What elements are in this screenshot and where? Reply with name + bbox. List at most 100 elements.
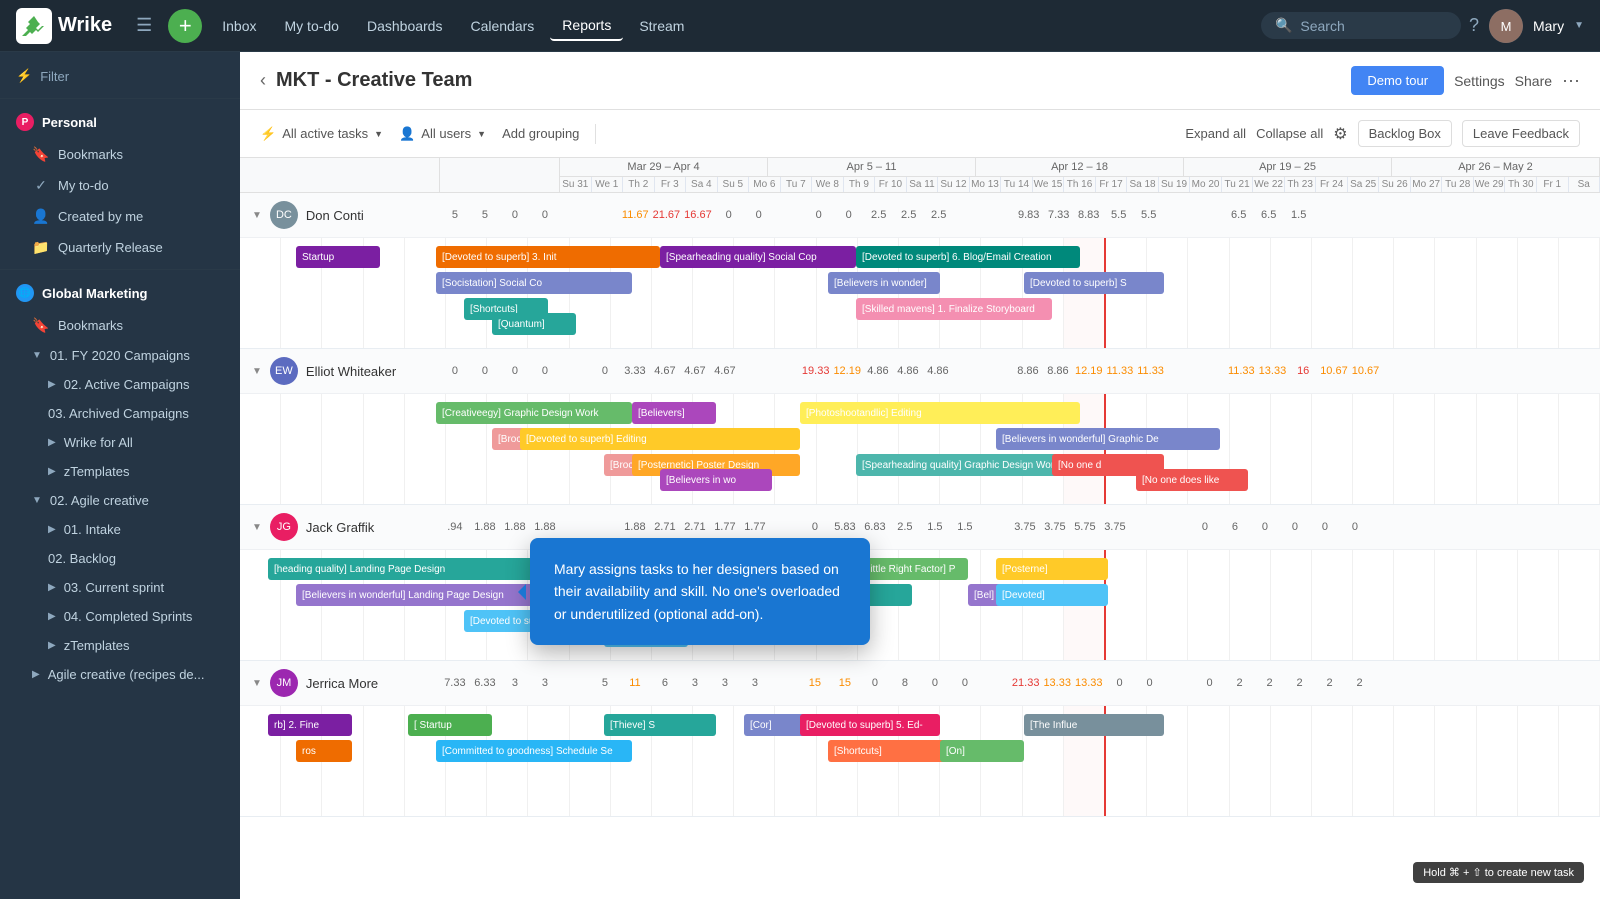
num-2-3: 1.88 (532, 521, 558, 533)
sidebar-completed-sprints[interactable]: ▶ 04. Completed Sprints (0, 602, 240, 631)
bar-2-11[interactable]: [Devoted] (996, 584, 1108, 606)
user-name[interactable]: Mary (1533, 18, 1564, 34)
demo-tour-button[interactable]: Demo tour (1351, 66, 1444, 95)
row-header-2[interactable]: ▼JGJack Graffik.941.881.881.881.882.712.… (240, 505, 1600, 550)
bar-1-11[interactable]: [No one does like (1136, 469, 1248, 491)
sidebar-created-by-me[interactable]: 👤 Created by me (0, 201, 240, 232)
sidebar-ztemplates-2[interactable]: ▶ zTemplates (0, 631, 240, 660)
search-box[interactable]: 🔍 Search (1261, 12, 1461, 39)
avatar-1: EW (270, 357, 298, 385)
back-button[interactable]: ‹ (260, 70, 266, 91)
bar-1-7[interactable]: [Photoshootandlic] Editing (800, 402, 1080, 424)
num-1-27: 13.33 (1259, 365, 1287, 377)
help-button[interactable]: ? (1469, 15, 1479, 36)
bar-0-7[interactable]: [Skilled mavens] 1. Finalize Storyboard (856, 298, 1052, 320)
settings-icon-toolbar[interactable]: ⚙ (1333, 124, 1347, 144)
bar-1-6[interactable]: [Believers in wo (660, 469, 772, 491)
bar-0-0[interactable]: Startup (296, 246, 380, 268)
sidebar-intake[interactable]: ▶ 01. Intake (0, 515, 240, 544)
bar-3-0[interactable]: rb] 2. Fine (268, 714, 352, 736)
bar-3-9[interactable]: [The Influe (1024, 714, 1164, 736)
leave-feedback-button[interactable]: Leave Feedback (1462, 120, 1580, 147)
filter-users-button[interactable]: 👤 All users ▼ (399, 126, 486, 142)
nav-stream[interactable]: Stream (627, 12, 696, 40)
sidebar-agile-creative[interactable]: ▼ 02. Agile creative (0, 486, 240, 515)
gantt-row-0: ▼DCDon Conti550011.6721.6716.6700002.52.… (240, 193, 1600, 349)
gantt-row-3: ▼JMJerrica More7.336.3333511633315150800… (240, 661, 1600, 817)
bar-0-6[interactable]: [Believers in wonder] (828, 272, 940, 294)
bar-3-1[interactable]: ros (296, 740, 352, 762)
top-navigation: Wrike ☰ + Inbox My to-do Dashboards Cale… (0, 0, 1600, 52)
row-header-3[interactable]: ▼JMJerrica More7.336.3333511633315150800… (240, 661, 1600, 706)
sidebar-active-campaigns[interactable]: ▶ 02. Active Campaigns (0, 370, 240, 399)
week-group-2: Apr 5 – 11 (768, 158, 976, 176)
bar-1-2[interactable]: [Devoted to superb] Editing (520, 428, 800, 450)
bar-0-5[interactable]: [Spearheading quality] Social Cop (660, 246, 856, 268)
sidebar-bookmarks-personal[interactable]: 🔖 Bookmarks (0, 139, 240, 170)
sidebar-ztemplates-1[interactable]: ▶ zTemplates (0, 457, 240, 486)
add-grouping-button[interactable]: Add grouping (502, 126, 579, 141)
expand-all-button[interactable]: Expand all (1185, 126, 1246, 141)
settings-button[interactable]: Settings (1454, 73, 1505, 89)
num-3-21: 13.33 (1075, 677, 1103, 689)
sidebar-global-marketing-header[interactable]: 🌐 Global Marketing (0, 276, 240, 310)
bar-3-2[interactable]: [ Startup (408, 714, 492, 736)
bar-0-4[interactable]: [Quantum] (492, 313, 576, 335)
num-1-15: 4.86 (895, 365, 921, 377)
collapse-all-button[interactable]: Collapse all (1256, 126, 1323, 141)
hamburger-menu[interactable]: ☰ (136, 15, 152, 36)
bar-3-3[interactable]: [Committed to goodness] Schedule Se (436, 740, 632, 762)
row-header-1[interactable]: ▼EWElliot Whiteaker000003.334.674.674.67… (240, 349, 1600, 394)
sidebar-my-to-do[interactable]: ✓ My to-do (0, 170, 240, 201)
sidebar-current-sprint[interactable]: ▶ 03. Current sprint (0, 573, 240, 602)
sidebar-personal-header[interactable]: P Personal (0, 105, 240, 139)
sidebar-item-label: Bookmarks (58, 318, 123, 333)
nav-inbox[interactable]: Inbox (210, 12, 268, 40)
sidebar-wrike-for-all[interactable]: ▶ Wrike for All (0, 428, 240, 457)
sidebar-backlog[interactable]: 02. Backlog (0, 544, 240, 573)
sidebar-item-label: Created by me (58, 209, 143, 224)
bar-0-2[interactable]: [Socistation] Social Co (436, 272, 632, 294)
bar-2-12[interactable]: [Posterne] (996, 558, 1108, 580)
chevron-down-icon: ▼ (252, 210, 262, 221)
nav-dashboards[interactable]: Dashboards (355, 12, 455, 40)
row-header-0[interactable]: ▼DCDon Conti550011.6721.6716.6700002.52.… (240, 193, 1600, 238)
more-options-button[interactable]: ··· (1562, 70, 1580, 91)
bar-1-0[interactable]: [Creativeegy] Graphic Design Work (436, 402, 632, 424)
num-0-21: 8.83 (1076, 209, 1102, 221)
bar-0-9[interactable]: [Devoted to superb] S (1024, 272, 1164, 294)
num-0-1: 5 (472, 209, 498, 221)
date-day-7: Tu 7 (781, 177, 813, 192)
grid-col-2 (322, 394, 363, 504)
grid-col-22 (1147, 550, 1188, 660)
sidebar-archived-campaigns[interactable]: 03. Archived Campaigns (0, 399, 240, 428)
backlog-box-button[interactable]: Backlog Box (1358, 120, 1452, 147)
bar-3-7[interactable]: [Devoted to superb] 5. Ed- (800, 714, 940, 736)
bar-2-6[interactable]: [Little Right Factor] P (856, 558, 968, 580)
bar-1-5[interactable]: [Believers] (632, 402, 716, 424)
sidebar-agile-recipes[interactable]: ▶ Agile creative (recipes de... (0, 660, 240, 689)
num-0-12: 0 (806, 209, 832, 221)
nav-calendars[interactable]: Calendars (458, 12, 546, 40)
filter-tasks-button[interactable]: ⚡ All active tasks ▼ (260, 126, 383, 142)
sidebar: ⚡ Filter P Personal 🔖 Bookmarks ✓ My to-… (0, 52, 240, 899)
logo[interactable]: Wrike (16, 8, 112, 44)
bar-1-9[interactable]: [Believers in wonderful] Graphic De (996, 428, 1220, 450)
bar-0-1[interactable]: [Devoted to superb] 3. Init (436, 246, 660, 268)
nav-my-to-do[interactable]: My to-do (273, 12, 351, 40)
share-button[interactable]: Share (1515, 73, 1552, 89)
avatar-0: DC (270, 201, 298, 229)
bar-3-8[interactable]: [On] (940, 740, 1024, 762)
bar-2-0[interactable]: [heading quality] Landing Page Design (268, 558, 548, 580)
tooltip-text: Mary assigns tasks to her designers base… (554, 561, 840, 622)
nav-reports[interactable]: Reports (550, 11, 623, 41)
sidebar-quarterly-release[interactable]: 📁 Quarterly Release (0, 232, 240, 263)
sidebar-fy2020[interactable]: ▼ 01. FY 2020 Campaigns (0, 341, 240, 370)
bar-0-8[interactable]: [Devoted to superb] 6. Blog/Email Creati… (856, 246, 1080, 268)
bar-3-4[interactable]: [Thieve] S (604, 714, 716, 736)
sidebar-filter[interactable]: ⚡ Filter (0, 60, 240, 92)
create-button[interactable]: + (168, 9, 202, 43)
num-2-12: 0 (802, 521, 828, 533)
user-avatar[interactable]: M (1489, 9, 1523, 43)
sidebar-bookmarks-global[interactable]: 🔖 Bookmarks (0, 310, 240, 341)
